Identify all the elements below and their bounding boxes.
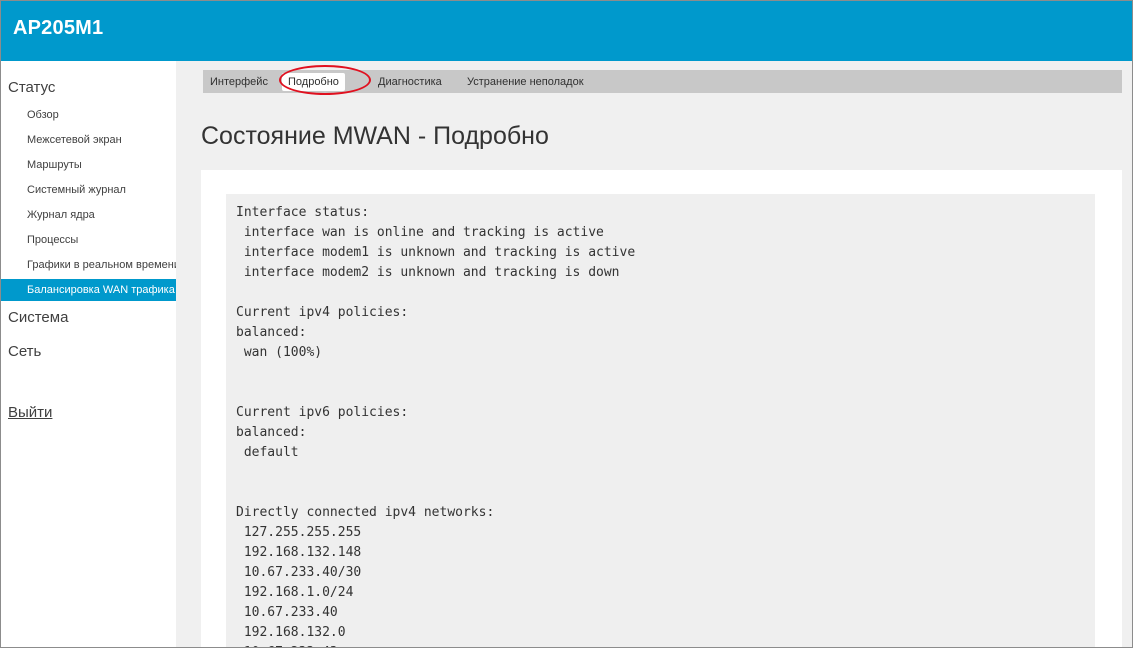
tab-details[interactable]: Подробно (282, 73, 345, 91)
menu-section-status[interactable]: Статус (8, 79, 55, 96)
menu-item-processes[interactable]: Процессы (1, 229, 176, 251)
menu-item-realtime-graphs[interactable]: Графики в реальном времени (1, 254, 176, 276)
menu-item-firewall[interactable]: Межсетевой экран (1, 129, 176, 151)
menu-section-system[interactable]: Система (8, 309, 68, 326)
menu-item-overview[interactable]: Обзор (1, 104, 176, 126)
sidebar: Статус Обзор Межсетевой экран Маршруты С… (1, 61, 177, 647)
main-content: Интерфейс Подробно Диагностика Устранени… (176, 61, 1132, 647)
menu-item-kernel-log[interactable]: Журнал ядра (1, 204, 176, 226)
menu-item-wan-balancing[interactable]: Балансировка WAN трафика (1, 279, 176, 301)
status-output: Interface status: interface wan is onlin… (226, 194, 1095, 647)
brand-title[interactable]: AP205M1 (13, 17, 103, 40)
page-title: Состояние MWAN - Подробно (201, 122, 549, 150)
tab-diagnostics[interactable]: Диагностика (378, 73, 442, 91)
tab-bar: Интерфейс Подробно Диагностика Устранени… (203, 70, 1122, 93)
browser-frame: AP205M1 Статус Обзор Межсетевой экран Ма… (0, 0, 1133, 648)
top-header: AP205M1 (1, 1, 1132, 61)
menu-item-routes[interactable]: Маршруты (1, 154, 176, 176)
logout-link[interactable]: Выйти (8, 404, 52, 421)
menu-section-network[interactable]: Сеть (8, 343, 41, 360)
tab-troubleshooting[interactable]: Устранение неполадок (467, 73, 584, 91)
tab-interface[interactable]: Интерфейс (210, 73, 268, 91)
content-panel: Interface status: interface wan is onlin… (201, 170, 1122, 647)
menu-item-system-log[interactable]: Системный журнал (1, 179, 176, 201)
